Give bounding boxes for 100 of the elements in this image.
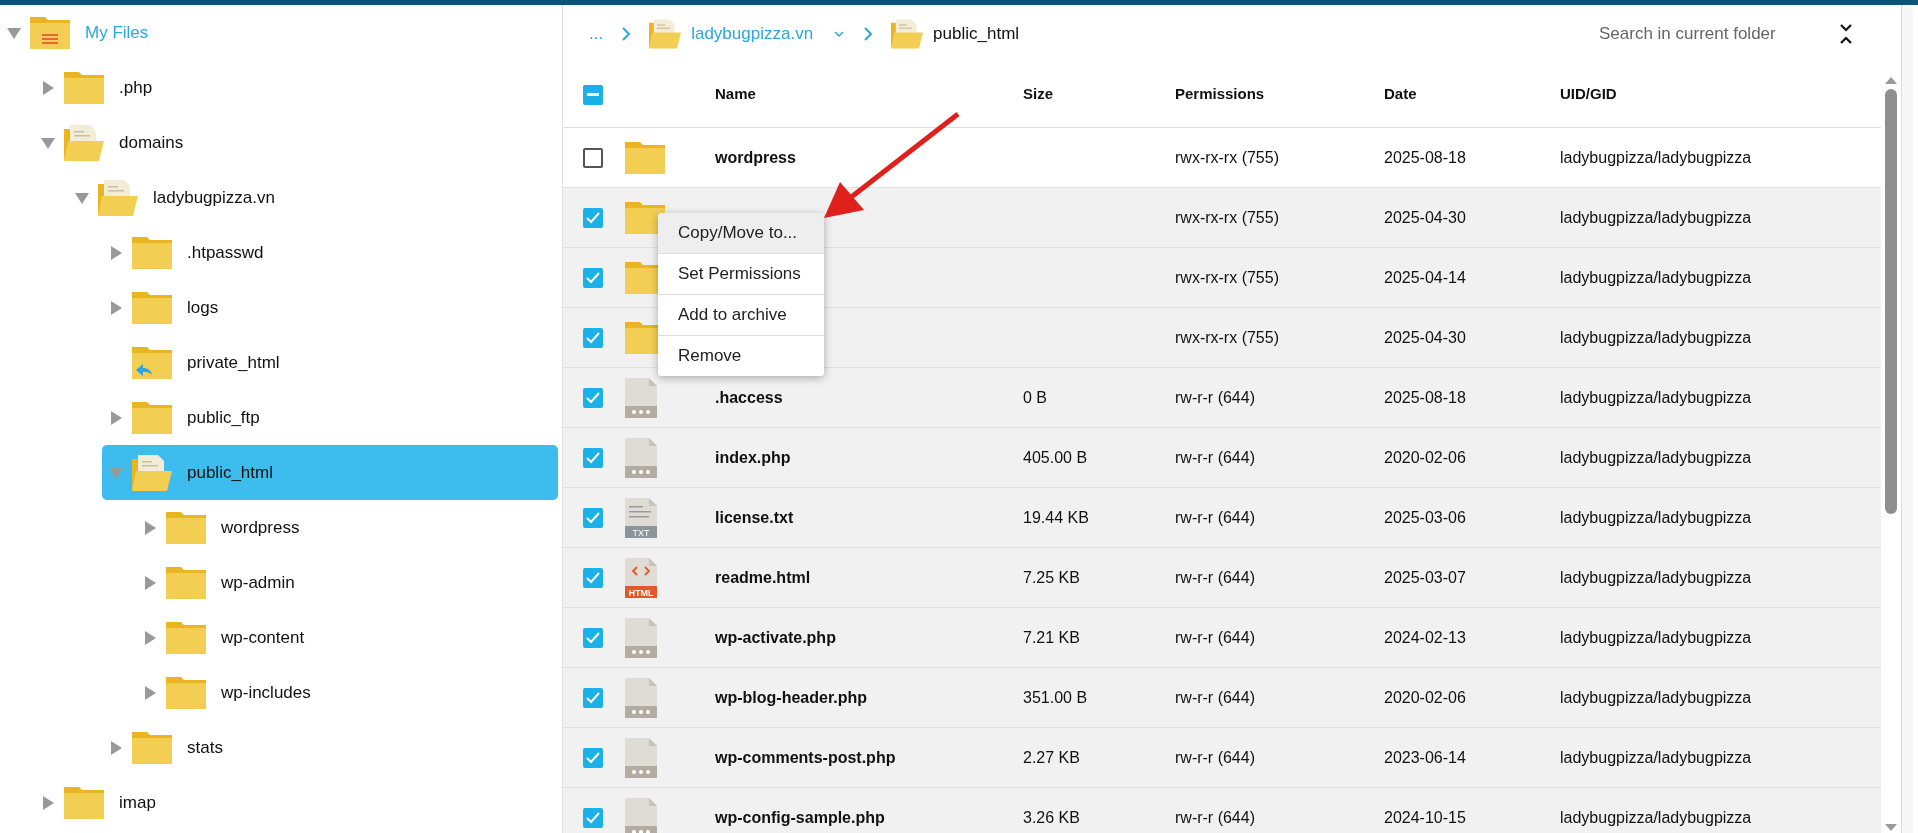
owner-text: ladybugpizza/ladybugpizza xyxy=(1560,388,1752,406)
tree-item[interactable]: imap xyxy=(119,789,156,816)
expand-caret-icon[interactable] xyxy=(142,685,158,700)
column-header[interactable]: UID/GID xyxy=(1560,83,1881,106)
open-folder-icon xyxy=(64,124,104,161)
folder-icon xyxy=(166,619,206,656)
checkbox[interactable] xyxy=(583,627,603,648)
checkmark-icon xyxy=(586,271,600,284)
menu-item[interactable]: Set Permissions xyxy=(658,253,824,294)
owner-text: ladybugpizza/ladybugpizza xyxy=(1560,328,1752,346)
owner-text: ladybugpizza/ladybugpizza xyxy=(1560,748,1752,766)
owner-text: ladybugpizza/ladybugpizza xyxy=(1560,268,1752,286)
file-row[interactable]: HTML readme.html 7.25 KB rw-r-r (644) 2025-03-07 ladybugpizza/ladybugpizza xyxy=(563,548,1881,608)
caret-icon xyxy=(833,29,846,38)
checkbox[interactable] xyxy=(583,747,603,768)
scroll-up-icon[interactable] xyxy=(1884,75,1898,85)
date-text: 2024-02-13 xyxy=(1384,628,1466,646)
collapse-caret-icon[interactable] xyxy=(6,25,22,40)
expand-caret-icon[interactable] xyxy=(142,630,158,645)
open-folder-icon xyxy=(649,18,682,49)
permissions-text: rw-r-r (644) xyxy=(1175,808,1255,826)
date-text: 2023-06-14 xyxy=(1384,748,1466,766)
selected-tree-item[interactable]: public_html xyxy=(102,445,558,500)
collapse-caret-icon[interactable] xyxy=(40,135,56,150)
checkbox[interactable] xyxy=(583,147,603,168)
tree-item[interactable]: logs xyxy=(187,294,219,321)
collapse-icon[interactable] xyxy=(1839,22,1853,45)
tree-item[interactable]: ladybugpizza.vn xyxy=(153,184,275,211)
menu-item[interactable]: Copy/Move to... xyxy=(658,213,824,253)
folder-icon xyxy=(132,234,172,271)
file-size: 351.00 B xyxy=(1023,688,1088,706)
file-row[interactable]: wp-blog-header.php 351.00 B rw-r-r (644) 2020-02-06 ladybugpizza/ladybugpizza xyxy=(563,668,1881,728)
tree-item[interactable]: stats xyxy=(187,734,223,761)
expand-caret-icon[interactable] xyxy=(142,575,158,590)
tree-item[interactable]: domains xyxy=(119,129,184,156)
date-text: 2025-03-06 xyxy=(1384,508,1466,526)
expand-caret-icon[interactable] xyxy=(142,520,158,535)
tree-item[interactable]: wp-admin xyxy=(221,569,295,596)
checkbox[interactable] xyxy=(583,387,603,408)
expand-caret-icon[interactable] xyxy=(108,245,124,260)
checkmark-icon xyxy=(586,691,600,704)
date-text: 2025-03-07 xyxy=(1384,568,1466,586)
file-row[interactable]: wp-activate.php 7.21 KB rw-r-r (644) 2024-02-13 ladybugpizza/ladybugpizza xyxy=(563,608,1881,668)
checkbox[interactable] xyxy=(583,567,603,588)
checkbox[interactable] xyxy=(583,327,603,348)
column-header[interactable]: Name xyxy=(715,83,1023,106)
owner-text: ladybugpizza/ladybugpizza xyxy=(1560,808,1752,826)
search-field[interactable]: Search in current folder xyxy=(1597,19,1797,48)
checkbox[interactable] xyxy=(583,207,603,228)
menu-item[interactable]: Remove xyxy=(658,335,824,376)
tree-item[interactable]: public_ftp xyxy=(187,404,260,431)
file-name: license.txt xyxy=(715,508,794,526)
file-row[interactable]: index.php 405.00 B rw-r-r (644) 2020-02-06 ladybugpizza/ladybugpizza xyxy=(563,428,1881,488)
shared-folder-icon xyxy=(132,344,172,381)
scroll-down-icon[interactable] xyxy=(1884,823,1898,833)
checkbox[interactable] xyxy=(583,507,603,528)
date-text: 2024-10-15 xyxy=(1384,808,1466,826)
checkbox[interactable] xyxy=(583,267,603,288)
tree-item[interactable]: private_html xyxy=(187,349,280,376)
date-text: 2025-04-14 xyxy=(1384,268,1466,286)
minus-icon xyxy=(587,92,599,97)
file-row[interactable]: wp-config-sample.php 3.26 KB rw-r-r (644) 2024-10-15 ladybugpizza/ladybugpizza xyxy=(563,788,1881,833)
tree-item[interactable]: wp-content xyxy=(221,624,305,651)
checkbox[interactable] xyxy=(583,687,603,708)
file-name: wp-config-sample.php xyxy=(715,808,885,826)
menu-item[interactable]: Add to archive xyxy=(658,294,824,335)
folder-icon xyxy=(132,729,172,766)
folder-icon xyxy=(625,199,665,236)
column-header[interactable]: Permissions xyxy=(1175,83,1384,106)
column-header[interactable]: Size xyxy=(1023,83,1175,106)
checkbox[interactable] xyxy=(583,84,603,105)
checkbox[interactable] xyxy=(583,447,603,468)
file-size: 19.44 KB xyxy=(1023,508,1089,526)
date-text: 2025-08-18 xyxy=(1384,148,1466,166)
owner-text: ladybugpizza/ladybugpizza xyxy=(1560,148,1752,166)
expand-caret-icon[interactable] xyxy=(108,300,124,315)
column-header[interactable]: Date xyxy=(1384,83,1560,106)
expand-caret-icon[interactable] xyxy=(108,740,124,755)
permissions-text: rw-r-r (644) xyxy=(1175,388,1255,406)
collapse-caret-icon[interactable] xyxy=(74,190,90,205)
file-row[interactable]: TXT license.txt 19.44 KB rw-r-r (644) 2025-03-06 ladybugpizza/ladybugpizza xyxy=(563,488,1881,548)
permissions-text: rw-r-r (644) xyxy=(1175,568,1255,586)
expand-caret-icon[interactable] xyxy=(108,410,124,425)
date-text: 2020-02-06 xyxy=(1384,448,1466,466)
file-size: 405.00 B xyxy=(1023,448,1088,466)
file-row[interactable]: wp-comments-post.php 2.27 KB rw-r-r (644) 2023-06-14 ladybugpizza/ladybugpizza xyxy=(563,728,1881,788)
checkbox[interactable] xyxy=(583,807,603,828)
tree-item[interactable]: wordpress xyxy=(221,514,300,541)
file-size: 7.25 KB xyxy=(1023,568,1080,586)
open-folder-icon xyxy=(132,454,172,491)
breadcrumb-link[interactable]: public_html xyxy=(891,18,1020,49)
tree-item[interactable]: wp-includes xyxy=(221,679,311,706)
file-icon xyxy=(625,377,657,418)
chevron-icon xyxy=(621,25,632,42)
expand-caret-icon[interactable] xyxy=(40,795,56,810)
tree-item[interactable]: .htpasswd xyxy=(187,239,264,266)
expand-caret-icon[interactable] xyxy=(40,80,56,95)
permissions-text: rw-r-r (644) xyxy=(1175,748,1255,766)
tree-item[interactable]: .php xyxy=(119,74,153,101)
file-row[interactable]: .haccess 0 B rw-r-r (644) 2025-08-18 ladybugpizza/ladybugpizza xyxy=(563,368,1881,428)
